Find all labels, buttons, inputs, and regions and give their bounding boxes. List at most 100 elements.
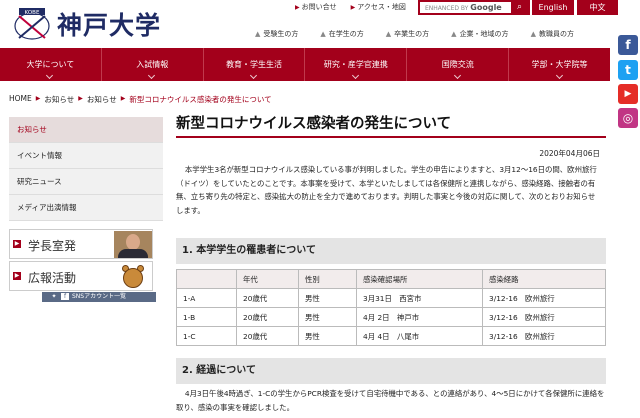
youtube-icon[interactable]: ▶ <box>618 84 638 104</box>
arrow-right-icon: ▶ <box>13 240 21 248</box>
table-cell: 3月31日 西宮市 <box>356 288 483 308</box>
facebook-icon[interactable]: f <box>618 35 638 55</box>
sidebar: お知らせ イベント情報 研究ニュース メディア出演情報 <box>9 117 163 221</box>
breadcrumb-sep-icon: ▶ <box>35 95 41 102</box>
nav-item-international[interactable]: 国際交流 <box>407 48 510 81</box>
search-icon: ⌕ <box>516 2 523 12</box>
table-cell: 男性 <box>298 326 357 346</box>
global-nav: 大学について 入試情報 教育・学生生活 研究・産学官連携 国際交流 学部・大学院… <box>0 48 610 81</box>
person-icon: ▲ <box>530 30 536 38</box>
table-header-cell <box>176 269 237 289</box>
table-cell: 男性 <box>298 307 357 327</box>
chevron-down-icon <box>555 71 563 80</box>
progress-paragraph: 4月3日午後4時過ぎ、1-Cの学生からPCR検査を受けて自宅待機中である、との連… <box>176 389 605 412</box>
audience-links: ▲ 受験生の方 ▲ 在学生の方 ▲ 卒業生の方 ▲ 企業・地域の方 ▲ 教職員の方 <box>255 29 574 39</box>
logo-badge: KOBE <box>25 10 40 16</box>
sidebar-item-media[interactable]: メディア出演情報 <box>9 195 163 221</box>
president-photo <box>114 231 152 258</box>
table-cell: 4月 2日 神戸市 <box>356 307 483 327</box>
audience-link-label: 在学生の方 <box>328 30 364 38</box>
page-title: 新型コロナウイルス感染者の発生について <box>176 112 606 138</box>
publish-date: 2020年04月06日 <box>539 149 600 158</box>
nav-item-education[interactable]: 教育・学生生活 <box>204 48 306 81</box>
arrow-right-icon: ▶ <box>13 272 21 280</box>
nav-item-faculties[interactable]: 学部・大学院等 <box>509 48 610 81</box>
breadcrumb-news[interactable]: お知らせ <box>44 94 74 105</box>
audience-link-label: 教職員の方 <box>538 30 574 38</box>
section-heading-2: 2. 経過について <box>176 358 606 384</box>
table-cell: 1-C <box>176 326 237 346</box>
audience-link-staff[interactable]: ▲ 教職員の方 <box>531 29 574 39</box>
table-cell: 4月 4日 八尾市 <box>356 326 483 346</box>
audience-link-applicants[interactable]: ▲ 受験生の方 <box>255 29 298 39</box>
logo-text[interactable]: 神戸大学 <box>57 6 161 42</box>
logo-mark[interactable]: KOBE <box>13 6 51 42</box>
arrow-icon: ▶ <box>350 4 356 11</box>
audience-link-business[interactable]: ▲ 企業・地域の方 <box>451 29 508 39</box>
facebook-icon: f <box>61 293 69 300</box>
table-cell: 3/12-16 欧州旅行 <box>482 307 606 327</box>
intro-paragraph: 本学学生3名が新型コロナウイルス感染している事が判明しました。学生の申告によりま… <box>176 165 597 215</box>
lang-chinese-button[interactable]: 中文 <box>576 0 618 15</box>
audience-link-label: 卒業生の方 <box>394 30 430 38</box>
audience-link-label: 受験生の方 <box>263 30 299 38</box>
sns-label: SNSアカウント一覧 <box>72 293 127 300</box>
search-input[interactable]: ENHANCED BY Google ⌕ <box>418 0 530 15</box>
sidebar-item-research-news[interactable]: 研究ニュース <box>9 169 163 195</box>
util-link-label: アクセス・地図 <box>357 3 406 11</box>
pr-activities-banner[interactable]: ▶ 広報活動 <box>9 261 153 291</box>
table-row: 1-B 20歳代 男性 4月 2日 神戸市 3/12-16 欧州旅行 <box>176 307 606 327</box>
audience-link-alumni[interactable]: ▲ 卒業生の方 <box>386 29 429 39</box>
arrow-icon: ▶ <box>295 4 300 11</box>
audience-link-label: 企業・地域の方 <box>459 30 509 38</box>
breadcrumb-current: 新型コロナウイルス感染者の発生について <box>129 95 272 104</box>
table-row: 1-C 20歳代 男性 4月 4日 八尾市 3/12-16 欧州旅行 <box>176 326 606 346</box>
sidebar-item-events[interactable]: イベント情報 <box>9 143 163 169</box>
patients-table: 年代 性別 感染確認場所 感染経路 1-A 20歳代 男性 3月31日 西宮市 … <box>176 269 606 346</box>
twitter-icon[interactable]: t <box>618 60 638 80</box>
breadcrumb-news-2[interactable]: お知らせ <box>87 94 117 105</box>
banner-label: 広報活動 <box>28 271 77 285</box>
instagram-icon[interactable]: ◎ <box>618 108 638 128</box>
section-heading-1: 1. 本学学生の罹患者について <box>176 238 606 264</box>
person-icon: ▲ <box>385 30 392 38</box>
table-cell: 1-B <box>176 307 237 327</box>
chevron-down-icon <box>148 71 156 80</box>
chevron-down-icon <box>250 71 258 80</box>
nav-item-about[interactable]: 大学について <box>0 48 102 81</box>
person-icon: ▲ <box>255 30 261 38</box>
table-header-row: 年代 性別 感染確認場所 感染経路 <box>176 269 606 289</box>
chevron-down-icon <box>351 71 359 80</box>
table-cell: 1-A <box>176 288 237 308</box>
person-icon: ▲ <box>320 30 326 38</box>
breadcrumb-home[interactable]: HOME <box>9 94 32 105</box>
table-cell: 20歳代 <box>236 307 299 327</box>
util-link-label: お問い合せ <box>301 3 337 11</box>
banner-label: 学長室発 <box>28 239 77 253</box>
table-cell: 男性 <box>298 288 357 308</box>
sns-accounts-link[interactable]: ✦ f SNSアカウント一覧 <box>42 292 156 302</box>
audience-link-students[interactable]: ▲ 在学生の方 <box>320 29 363 39</box>
utility-links: ▶ お問い合せ ▶ アクセス・地図 <box>295 2 406 12</box>
breadcrumb-sep-icon: ▶ <box>78 95 83 102</box>
mascot-image <box>116 263 150 290</box>
table-header-cell: 年代 <box>236 269 299 289</box>
twitter-icon: ✦ <box>51 293 57 300</box>
table-cell: 20歳代 <box>236 288 299 308</box>
search-button[interactable]: ⌕ <box>511 2 528 13</box>
table-cell: 20歳代 <box>236 326 299 346</box>
lang-english-button[interactable]: English <box>532 0 574 15</box>
search-placeholder: ENHANCED BY Google <box>425 3 502 12</box>
table-row: 1-A 20歳代 男性 3月31日 西宮市 3/12-16 欧州旅行 <box>176 288 606 308</box>
util-link-contact[interactable]: ▶ お問い合せ <box>295 2 337 12</box>
nav-item-research[interactable]: 研究・産学官連携 <box>305 48 408 81</box>
util-link-access[interactable]: ▶ アクセス・地図 <box>351 2 406 12</box>
breadcrumb-sep-icon: ▶ <box>120 95 126 102</box>
table-header-cell: 性別 <box>298 269 357 289</box>
site-header: KOBE 神戸大学 ▶ お問い合せ ▶ アクセス・地図 ENHANCED BY Go… <box>0 0 640 48</box>
president-office-banner[interactable]: ▶ 学長室発 <box>9 229 153 259</box>
chevron-down-icon <box>453 71 461 80</box>
sidebar-item-news[interactable]: お知らせ <box>9 117 163 143</box>
table-header-cell: 感染確認場所 <box>356 269 483 289</box>
nav-item-admissions[interactable]: 入試情報 <box>102 48 204 81</box>
